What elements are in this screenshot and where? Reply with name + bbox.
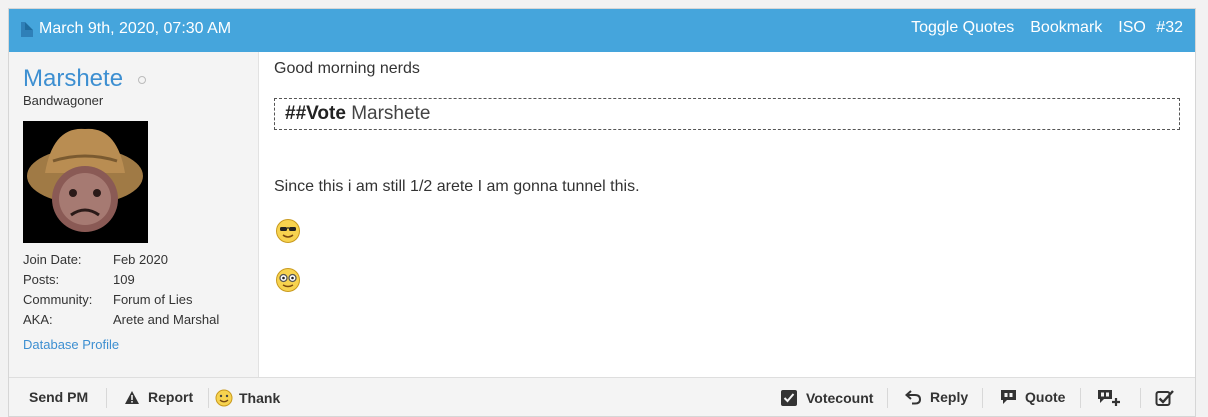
footer-divider [1140,388,1141,408]
multi-quote-button[interactable] [1097,389,1129,407]
vote-box: ##Vote Marshete [274,98,1180,130]
iso-post-group: ISO #32 [1118,19,1183,37]
post-header: March 9th, 2020, 07:30 AM Toggle Quotes … [9,9,1195,52]
checkbox-checked-icon [1155,390,1174,406]
footer-divider [982,388,983,408]
quote-icon [1001,390,1016,404]
reply-button[interactable]: Reply [905,389,968,405]
stat-posts: Posts: 109 [23,272,135,287]
ballot-box-icon [781,390,797,406]
footer-divider [887,388,888,408]
post-date: March 9th, 2020, 07:30 AM [21,20,231,38]
footer-divider [1080,388,1081,408]
avatar[interactable] [23,121,148,243]
post-body: Since this i am still 1/2 arete I am gon… [274,178,640,195]
user-sidebar: Marshete Bandwagoner Join Date: Feb 2020 [9,52,259,377]
offline-status-icon [138,76,146,84]
send-pm-button[interactable]: Send PM [29,389,88,405]
quote-button[interactable]: Quote [1000,389,1065,405]
reply-arrow-icon [905,390,922,405]
nerd-smiley-icon [276,268,300,292]
thank-smiley-icon [215,389,233,407]
avatar-image [23,121,148,243]
post-greeting: Good morning nerds [274,60,420,77]
bookmark-link[interactable]: Bookmark [1030,19,1102,37]
footer-divider [106,388,107,408]
thank-button[interactable]: Thank [215,389,280,407]
toggle-quotes-link[interactable]: Toggle Quotes [911,19,1014,37]
database-profile-link[interactable]: Database Profile [23,337,119,352]
moderate-checkbox[interactable] [1155,389,1183,407]
iso-link[interactable]: ISO [1118,19,1146,36]
cool-smiley-icon [276,219,300,243]
multi-quote-icon [1098,390,1120,406]
stat-aka: AKA: Arete and Marshal [23,312,220,327]
votecount-button[interactable]: Votecount [780,389,873,407]
document-icon [21,21,33,37]
vote-label: ##Vote [285,103,346,124]
username-link[interactable]: Marshete [23,65,123,93]
stat-community: Community: Forum of Lies [23,292,193,307]
post-number-link[interactable]: #32 [1156,19,1183,36]
post-header-actions: Toggle Quotes Bookmark ISO #32 [911,19,1183,37]
stat-join-date: Join Date: Feb 2020 [23,252,168,267]
footer-divider [208,388,209,408]
user-stats: Join Date: Feb 2020 Posts: 109 Community… [23,250,219,330]
report-button[interactable]: Report [124,389,193,405]
warning-icon [125,390,139,404]
forum-post: March 9th, 2020, 07:30 AM Toggle Quotes … [8,8,1196,417]
post-date-text: March 9th, 2020, 07:30 AM [39,20,232,37]
user-title: Bandwagoner [23,93,104,108]
vote-target: Marshete [351,103,431,124]
post-footer: Send PM Report Thank Votecount Reply Quo… [9,377,1195,416]
